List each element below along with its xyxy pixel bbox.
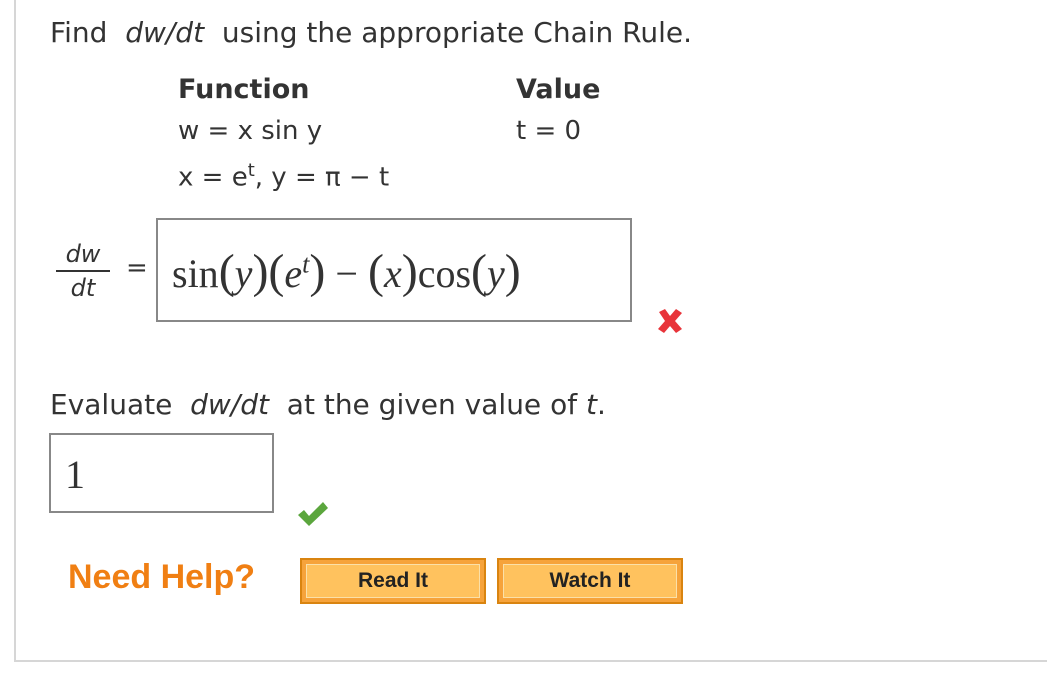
watch-it-button[interactable]: Watch It — [497, 558, 683, 604]
function-row-2: x = et, y = π − t — [178, 160, 389, 193]
function-x-definition: x = e — [178, 162, 248, 193]
x-variable: x — [383, 251, 402, 296]
check-icon — [298, 502, 328, 526]
evaluate-prompt: Evaluate dw/dt at the given value of t. — [50, 388, 606, 421]
evaluate-answer-value: 1 — [65, 452, 85, 497]
need-help-label: Need Help? — [68, 558, 256, 596]
evaluate-variable: dw/dt — [190, 388, 269, 421]
derivative-numerator: dw — [65, 240, 101, 268]
derivative-fraction: dw dt — [56, 240, 110, 302]
function-x-exponent: t — [247, 160, 255, 181]
derivative-answer-expression: sin(y)(et) − (x)cos(y) — [172, 245, 521, 298]
fraction-bar — [56, 270, 110, 272]
function-w-definition: w = x sin y — [178, 116, 323, 146]
read-it-label: Read It — [306, 564, 480, 598]
evaluate-period: . — [596, 388, 606, 421]
watch-it-label: Watch It — [503, 564, 677, 598]
question-find-text: Find — [50, 16, 108, 49]
cross-icon — [658, 309, 682, 333]
y-variable-2: y — [487, 251, 505, 296]
evaluate-middle: at the given value of — [286, 388, 578, 421]
question-find-variable: dw/dt — [125, 16, 205, 49]
value-header: Value — [516, 74, 601, 105]
question-find-suffix: using the appropriate Chain Rule. — [221, 16, 693, 49]
minus-sign: − — [335, 251, 358, 296]
evaluate-prefix: Evaluate — [50, 388, 173, 421]
sin-text: sin — [172, 251, 219, 296]
function-y-definition: , y = π − t — [254, 162, 390, 193]
derivative-answer-field[interactable]: sin(y)(et) − (x)cos(y) — [156, 218, 632, 322]
question-prompt: Find dw/dt using the appropriate Chain R… — [50, 16, 692, 49]
derivative-denominator: dt — [70, 274, 96, 302]
function-header: Function — [178, 74, 310, 105]
value-t-definition: t = 0 — [516, 116, 582, 146]
function-row-1: w = x sin y — [178, 116, 322, 146]
cos-text: cos — [417, 251, 472, 296]
value-row-1: t = 0 — [516, 116, 581, 146]
e-constant: e — [284, 251, 303, 296]
read-it-button[interactable]: Read It — [300, 558, 486, 604]
y-variable: y — [234, 251, 253, 296]
evaluate-answer-field[interactable]: 1 — [49, 433, 274, 513]
evaluate-t: t — [585, 388, 597, 421]
equals-sign: = — [126, 253, 148, 283]
